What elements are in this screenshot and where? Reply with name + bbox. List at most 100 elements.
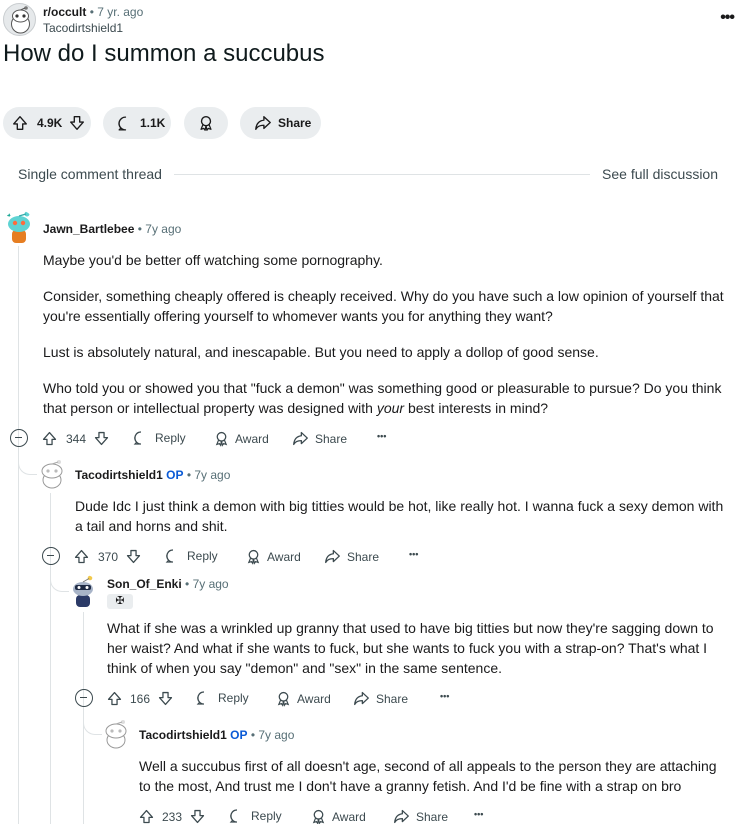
share-label: Share xyxy=(278,116,312,130)
emphasis-text: your xyxy=(376,400,405,416)
share-button[interactable]: Share xyxy=(353,690,408,707)
subreddit-avatar[interactable] xyxy=(3,3,36,36)
comment-count: 1.1K xyxy=(140,116,166,130)
upvote-icon[interactable] xyxy=(138,808,155,824)
avatar[interactable] xyxy=(36,456,68,490)
snoo-avatar-icon xyxy=(73,575,93,607)
more-options-icon[interactable]: ••• xyxy=(440,691,449,701)
downvote-icon[interactable] xyxy=(189,808,206,824)
post-author[interactable]: Tacodirtshield1 xyxy=(43,21,123,35)
award-label: Award xyxy=(297,691,331,706)
meta-separator: • xyxy=(137,222,142,236)
downvote-icon[interactable] xyxy=(93,430,110,447)
subreddit-name[interactable]: r/occult xyxy=(43,5,86,19)
avatar[interactable] xyxy=(67,574,99,608)
post-score: 4.9K xyxy=(37,116,63,130)
comment-author[interactable]: Tacodirtshield1 xyxy=(75,468,163,482)
comment-bubble-icon xyxy=(196,691,205,705)
share-button[interactable]: Share xyxy=(324,548,379,565)
thread-bar: Single comment thread See full discussio… xyxy=(18,164,718,184)
single-thread-label: Single comment thread xyxy=(18,166,162,182)
award-icon xyxy=(277,691,290,707)
downvote-icon[interactable] xyxy=(68,114,86,132)
share-arrow-icon xyxy=(354,691,369,706)
more-options-icon[interactable]: ••• xyxy=(377,431,386,441)
comment-actions: 166 Reply Award Share ••• xyxy=(74,687,494,709)
award-button[interactable]: Award xyxy=(275,690,331,707)
comment-body: Maybe you'd be better off watching some … xyxy=(43,250,733,418)
award-icon xyxy=(215,431,228,447)
award-button[interactable]: Award xyxy=(310,808,366,824)
thread-guide xyxy=(18,246,19,824)
comment-bubble-icon xyxy=(165,549,174,563)
reply-button[interactable]: Reply xyxy=(133,430,186,446)
comment-body: Well a succubus first of all doesn't age… xyxy=(139,756,729,796)
reply-label: Reply xyxy=(155,431,186,445)
meta-separator: • xyxy=(250,728,256,742)
reply-button[interactable]: Reply xyxy=(196,690,249,706)
collapse-thread-icon[interactable] xyxy=(42,547,60,565)
share-button[interactable]: Share xyxy=(240,107,321,139)
more-options-icon[interactable]: ••• xyxy=(474,809,483,819)
comment-score: 166 xyxy=(130,692,151,706)
comment-author[interactable]: Jawn_Bartlebee xyxy=(43,222,134,236)
reply-button[interactable]: Reply xyxy=(229,808,282,824)
reply-label: Reply xyxy=(251,809,282,823)
vote-pill: 4.9K xyxy=(3,107,91,139)
comment-paragraph: Lust is absolutely natural, and inescapa… xyxy=(43,344,599,360)
avatar[interactable] xyxy=(3,210,35,244)
award-label: Award xyxy=(332,809,366,824)
upvote-icon[interactable] xyxy=(106,690,123,707)
more-options-icon[interactable]: ••• xyxy=(409,549,418,559)
share-arrow-icon xyxy=(254,114,272,132)
award-button[interactable]: Award xyxy=(213,430,269,447)
upvote-icon[interactable] xyxy=(41,430,58,447)
comment-actions: 344 Reply Award Share ••• xyxy=(9,427,429,449)
post-age: 7 yr. ago xyxy=(97,5,144,19)
comment-score: 233 xyxy=(162,810,183,824)
comment-score: 344 xyxy=(66,432,87,446)
avatar[interactable] xyxy=(100,716,132,750)
comments-button[interactable]: 1.1K xyxy=(103,107,171,139)
post-header: r/occult • 7 yr. ago Tacodirtshield1 ••• xyxy=(3,3,738,37)
comment-meta: Tacodirtshield1 OP • 7y ago xyxy=(75,468,230,482)
comment-paragraph: Consider, something cheaply offered is c… xyxy=(43,288,724,324)
comment-author[interactable]: Tacodirtshield1 xyxy=(139,728,227,742)
share-label: Share xyxy=(315,431,348,446)
collapse-thread-icon[interactable] xyxy=(10,429,28,447)
see-full-discussion-link[interactable]: See full discussion xyxy=(602,166,718,182)
comment-actions: 233 Reply Award Share ••• xyxy=(106,805,526,824)
text-run: best interests in mind? xyxy=(404,400,549,416)
snoo-avatar-icon xyxy=(5,211,30,243)
meta-separator: • xyxy=(185,577,190,591)
upvote-icon[interactable] xyxy=(73,548,90,565)
share-label: Share xyxy=(347,549,380,564)
meta-separator: • xyxy=(89,5,94,19)
comment-paragraph: Maybe you'd be better off watching some … xyxy=(43,252,383,268)
share-button[interactable]: Share xyxy=(393,808,448,824)
comment-author[interactable]: Son_Of_Enki xyxy=(107,577,182,591)
downvote-icon[interactable] xyxy=(125,548,142,565)
snoo-avatar-icon xyxy=(105,720,127,749)
collapse-thread-icon[interactable] xyxy=(75,689,93,707)
comment-meta: Tacodirtshield1 OP • 7y ago xyxy=(139,728,294,742)
reply-button[interactable]: Reply xyxy=(165,548,218,564)
award-button[interactable]: Award xyxy=(245,548,301,565)
ellipsis-horizontal-icon[interactable]: ••• xyxy=(720,9,735,27)
comment-score: 370 xyxy=(98,550,119,564)
share-label: Share xyxy=(376,691,409,706)
upvote-icon[interactable] xyxy=(11,114,29,132)
comment-age: 7y ago xyxy=(194,468,231,482)
comment-actions: 370 Reply Award Share ••• xyxy=(41,545,461,567)
snoo-avatar-icon xyxy=(41,460,63,489)
snoo-avatar-icon xyxy=(11,6,30,34)
downvote-icon[interactable] xyxy=(157,690,174,707)
award-label: Award xyxy=(235,431,269,446)
reply-label: Reply xyxy=(218,691,249,705)
share-button[interactable]: Share xyxy=(292,430,347,447)
comment-paragraph: Dude Idc I just think a demon with big t… xyxy=(75,498,724,534)
op-badge: OP xyxy=(166,468,184,482)
award-button[interactable] xyxy=(184,107,228,139)
share-label: Share xyxy=(416,809,449,824)
share-arrow-icon xyxy=(293,431,308,446)
